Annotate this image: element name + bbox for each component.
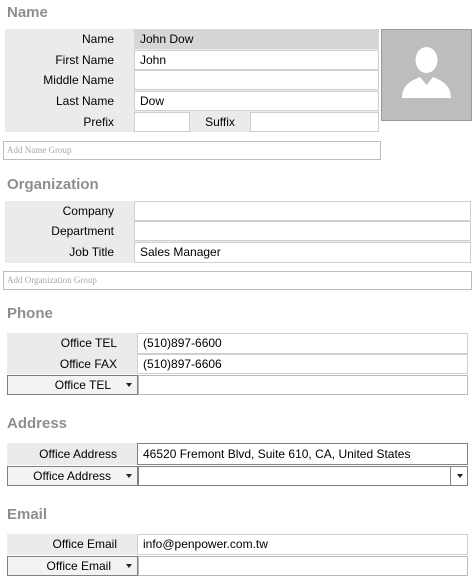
triangle-down-icon — [126, 474, 132, 478]
new-email-field[interactable] — [138, 556, 468, 576]
section-title-organization: Organization — [7, 176, 99, 193]
triangle-down-icon — [126, 564, 132, 568]
section-title-address: Address — [7, 415, 68, 432]
email-type-dropdown[interactable]: Office Email — [7, 556, 138, 576]
department-field[interactable] — [134, 221, 471, 241]
phone-type-value: Office TEL — [54, 378, 111, 392]
suffix-label: Suffix — [190, 112, 250, 132]
fax-label: Office FAX — [7, 354, 137, 374]
full-name-field[interactable]: John Dow — [134, 29, 379, 49]
phone-field[interactable]: (510)897-6600 — [137, 333, 468, 354]
new-phone-field[interactable] — [138, 375, 468, 395]
triangle-down-icon — [457, 474, 463, 478]
job-title-field[interactable]: Sales Manager — [134, 242, 471, 263]
last-name-label: Last Name — [5, 91, 134, 111]
section-title-name: Name — [7, 4, 48, 21]
email-label: Office Email — [7, 534, 137, 555]
new-address-select[interactable] — [138, 466, 468, 486]
suffix-field[interactable] — [250, 112, 379, 132]
address-type-dropdown[interactable]: Office Address — [7, 466, 138, 486]
last-name-field[interactable]: Dow — [134, 91, 379, 111]
section-title-phone: Phone — [7, 305, 53, 322]
company-label: Company — [5, 201, 134, 221]
job-title-label: Job Title — [5, 242, 134, 263]
section-title-email: Email — [7, 506, 48, 523]
prefix-field[interactable] — [134, 112, 190, 132]
phone-label: Office TEL — [7, 333, 137, 354]
middle-name-field[interactable] — [134, 70, 379, 90]
person-silhouette-icon — [402, 47, 451, 98]
name-label: Name — [5, 29, 134, 49]
email-field[interactable]: info@penpower.com.tw — [137, 534, 468, 555]
company-field[interactable] — [134, 201, 471, 221]
department-label: Department — [5, 221, 134, 241]
add-organization-group-input[interactable]: Add Organization Group — [3, 271, 472, 290]
fax-field[interactable]: (510)897-6606 — [137, 354, 468, 374]
email-type-value: Office Email — [46, 559, 111, 573]
first-name-label: First Name — [5, 50, 134, 70]
prefix-label: Prefix — [5, 112, 134, 132]
address-type-value: Office Address — [33, 469, 111, 483]
address-field[interactable]: 46520 Fremont Blvd, Suite 610, CA, Unite… — [137, 443, 468, 465]
address-label: Office Address — [7, 443, 137, 465]
first-name-field[interactable]: John — [134, 50, 379, 70]
phone-type-dropdown[interactable]: Office TEL — [7, 375, 138, 395]
triangle-down-icon — [126, 383, 132, 387]
middle-name-label: Middle Name — [5, 70, 134, 90]
contact-photo[interactable] — [381, 29, 472, 121]
add-name-group-input[interactable]: Add Name Group — [3, 141, 381, 160]
address-select-button[interactable] — [450, 467, 467, 485]
